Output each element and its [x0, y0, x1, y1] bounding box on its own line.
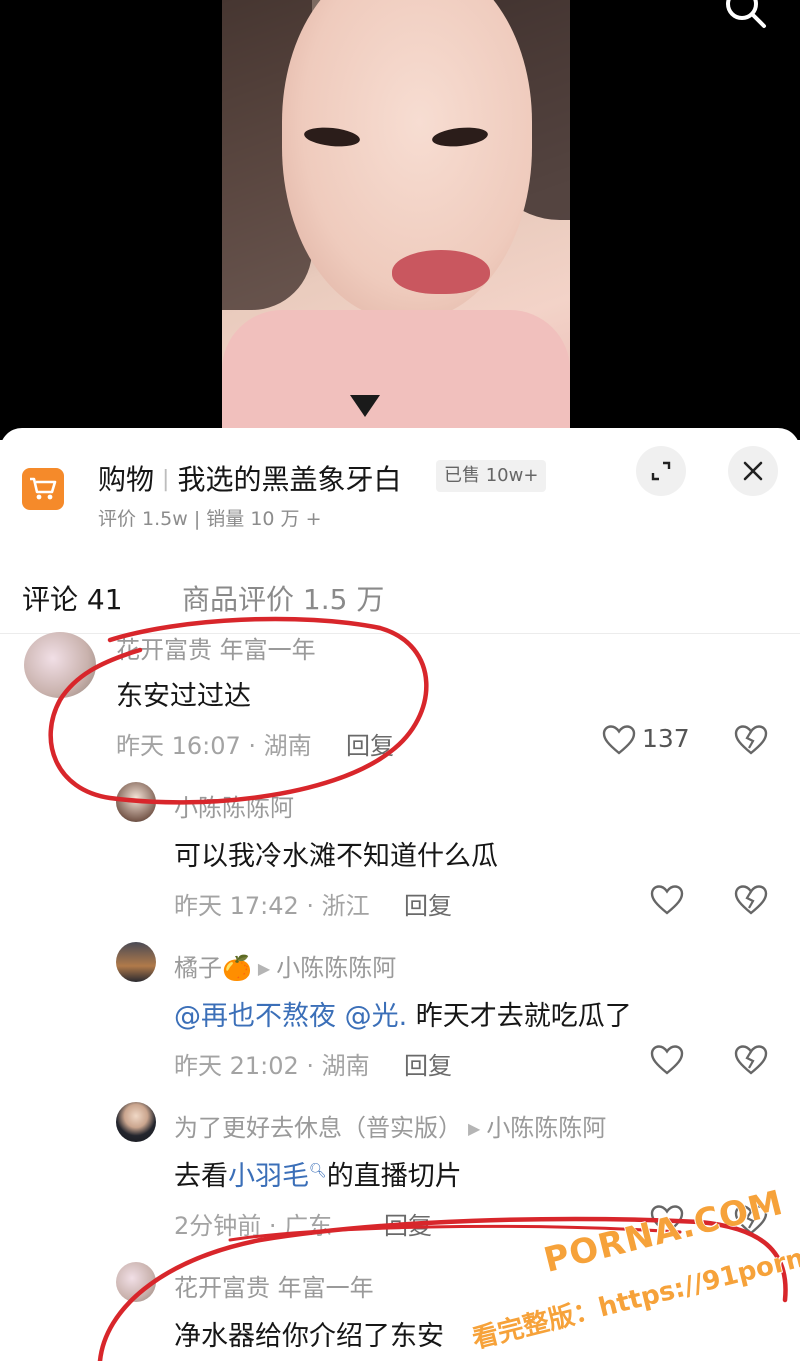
reply-to-name: 小陈陈陈阿: [276, 954, 397, 982]
broken-heart-icon[interactable]: [734, 724, 768, 756]
mention-link[interactable]: @光.: [345, 1001, 408, 1032]
tab-bar: 评论 41 商品评价 1.5 万: [0, 578, 800, 634]
comment-text: @再也不熬夜 @光. 昨天才去就吃瓜了: [174, 994, 632, 1033]
video-player[interactable]: [0, 0, 800, 440]
comment-text: 净水器给你介绍了东安: [174, 1321, 444, 1352]
comment-body: 去看: [174, 1161, 228, 1192]
comment-author[interactable]: 花开富贵 年富一年: [116, 630, 316, 665]
sold-badge: 已售 10w+: [436, 460, 547, 492]
comment-time: 昨天 16:07 · 湖南: [116, 732, 312, 760]
avatar[interactable]: [116, 942, 156, 982]
video-frame: [222, 0, 570, 440]
comment-text: 可以我冷水滩不知道什么瓜: [174, 841, 498, 872]
reply-button[interactable]: 回复: [384, 1206, 432, 1241]
shop-title[interactable]: 购物 | 我选的黑盖象牙白: [98, 458, 401, 498]
search-icon[interactable]: [720, 0, 768, 34]
reply-arrow-icon: ▶: [257, 959, 271, 978]
comment-author[interactable]: 橘子🍊 ▶ 小陈陈陈阿: [174, 948, 396, 983]
comment-body: 的直播切片: [326, 1161, 462, 1192]
reply-button[interactable]: 回复: [404, 886, 452, 921]
comment-time: 2分钟前 · 广东: [174, 1212, 333, 1240]
comment-author[interactable]: 花开富贵 年富一年: [174, 1268, 374, 1303]
tab-product-reviews[interactable]: 商品评价 1.5 万: [182, 578, 384, 618]
reply-button[interactable]: 回复: [346, 726, 394, 761]
comment-author-name: 为了更好去休息（普实版）: [174, 1114, 462, 1142]
comment-text: 去看小羽毛🔍︎的直播切片: [174, 1154, 462, 1193]
product-name: 我选的黑盖象牙白: [177, 463, 402, 496]
reply-to-name: 小陈陈陈阿: [486, 1114, 607, 1142]
shopping-cart-icon[interactable]: [22, 468, 64, 510]
comment-author[interactable]: 小陈陈陈阿: [174, 788, 294, 823]
close-icon: [743, 461, 763, 481]
avatar[interactable]: [116, 1262, 156, 1302]
comment-author-name: 橘子🍊: [174, 954, 252, 982]
heart-icon[interactable]: [650, 884, 684, 916]
comment-text: 东安过过达: [116, 681, 251, 712]
tab-comments[interactable]: 评论 41: [22, 578, 123, 618]
comment-time: 昨天 21:02 · 湖南: [174, 1052, 370, 1080]
reply-button[interactable]: 回复: [404, 1046, 452, 1081]
shop-label: 购物: [98, 463, 155, 496]
search-link[interactable]: 小羽毛: [228, 1161, 309, 1192]
comment-time: 昨天 17:42 · 浙江: [174, 892, 370, 920]
app-root: 购物 | 我选的黑盖象牙白 已售 10w+ 评价 1.5w | 销量 10 万 + …: [0, 0, 800, 1361]
broken-heart-icon[interactable]: [734, 1044, 768, 1076]
search-icon: 🔍︎: [309, 1163, 327, 1179]
shop-stats: 评价 1.5w | 销量 10 万 +: [98, 508, 322, 530]
comment-author[interactable]: 为了更好去休息（普实版） ▶ 小陈陈陈阿: [174, 1108, 606, 1143]
expand-icon: [651, 461, 671, 481]
reply-arrow-icon: ▶: [468, 1119, 481, 1138]
expand-button[interactable]: [636, 446, 686, 496]
heart-icon[interactable]: [602, 724, 636, 756]
broken-heart-icon[interactable]: [734, 884, 768, 916]
close-button[interactable]: [728, 446, 778, 496]
avatar[interactable]: [116, 1102, 156, 1142]
like-count: 137: [642, 724, 690, 753]
avatar[interactable]: [24, 632, 96, 698]
heart-icon[interactable]: [650, 1044, 684, 1076]
avatar[interactable]: [116, 782, 156, 822]
comment-body: 昨天才去就吃瓜了: [415, 1001, 632, 1032]
mention-link[interactable]: @再也不熬夜: [174, 1001, 336, 1032]
